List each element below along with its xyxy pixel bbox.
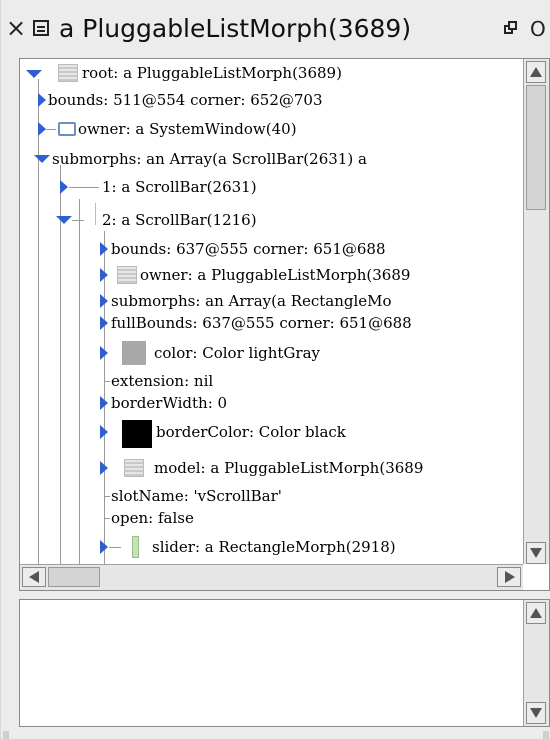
scroll-right-button[interactable] bbox=[497, 567, 521, 587]
pane-splitter[interactable] bbox=[19, 591, 550, 599]
scroll-up-button[interactable] bbox=[526, 602, 546, 624]
tree-row-label: model: a PluggableListMorph(3689 bbox=[154, 459, 424, 477]
morph-thumbnail-icon bbox=[124, 459, 144, 477]
black-swatch bbox=[122, 420, 152, 448]
tree-row-child-slotname[interactable]: slotName: 'vScrollBar' bbox=[20, 485, 520, 507]
collapse-arrow-icon[interactable] bbox=[100, 294, 108, 308]
tree-row-submorphs[interactable]: submorphs: an Array(a ScrollBar(2631) a bbox=[20, 148, 520, 170]
morph-thumbnail-icon bbox=[58, 64, 78, 82]
tree-row-scrollbar-2[interactable]: 2: a ScrollBar(1216) bbox=[20, 203, 520, 231]
collapse-arrow-icon[interactable] bbox=[38, 93, 46, 107]
tree-row-label: slider: a RectangleMorph(2918) bbox=[152, 538, 396, 556]
arrow-up-icon bbox=[530, 67, 542, 77]
text-pane-vertical-scrollbar[interactable] bbox=[523, 600, 549, 726]
tree-row-label: fullBounds: 637@555 corner: 651@688 bbox=[111, 314, 412, 332]
arrow-down-icon bbox=[530, 548, 542, 558]
collapse-arrow-icon[interactable] bbox=[100, 268, 108, 282]
tree-row-child-model[interactable]: model: a PluggableListMorph(3689 bbox=[20, 457, 520, 479]
tree-row-label: borderWidth: 0 bbox=[111, 394, 228, 412]
tree-row-child-color[interactable]: color: Color lightGray bbox=[20, 341, 520, 365]
tree-row-child-borderwidth[interactable]: borderWidth: 0 bbox=[20, 392, 520, 414]
collapse-arrow-icon[interactable] bbox=[60, 180, 68, 194]
scroll-corner bbox=[523, 564, 549, 590]
scroll-down-button[interactable] bbox=[526, 542, 546, 564]
title-bar[interactable]: × a PluggableListMorph(3689) O bbox=[1, 0, 550, 58]
window-title: a PluggableListMorph(3689) bbox=[59, 14, 412, 43]
tree-row-scrollbar-1[interactable]: 1: a ScrollBar(2631) bbox=[20, 176, 520, 198]
arrow-left-icon bbox=[29, 571, 39, 583]
expand-arrow-icon[interactable] bbox=[34, 155, 50, 163]
tree-row-child-slider[interactable]: slider: a RectangleMorph(2918) bbox=[20, 536, 520, 558]
expand-arrow-icon[interactable] bbox=[26, 70, 42, 78]
tree-row-child-fullbounds[interactable]: fullBounds: 637@555 corner: 651@688 bbox=[20, 312, 520, 334]
object-tree-pane[interactable]: root: a PluggableListMorph(3689) bounds:… bbox=[19, 58, 550, 591]
expand-arrow-icon[interactable] bbox=[56, 216, 72, 224]
tree-row-label: extension: nil bbox=[111, 372, 214, 390]
tree-row-child-extension[interactable]: extension: nil bbox=[20, 370, 520, 392]
morph-thumbnail-icon bbox=[117, 266, 137, 284]
slider-bar-icon bbox=[132, 536, 139, 558]
scroll-thumb[interactable] bbox=[526, 85, 546, 210]
tree-row-child-owner[interactable]: owner: a PluggableListMorph(3689 bbox=[20, 264, 520, 286]
tree-row-child-submorphs[interactable]: submorphs: an Array(a RectangleMo bbox=[20, 290, 520, 312]
tree-row-label: 2: a ScrollBar(1216) bbox=[102, 211, 257, 229]
collapse-arrow-icon[interactable] bbox=[38, 122, 46, 136]
tree-row-label: root: a PluggableListMorph(3689) bbox=[82, 64, 342, 82]
tree-row-child-open[interactable]: open: false bbox=[20, 507, 520, 529]
tree-row-label: bounds: 511@554 corner: 652@703 bbox=[48, 91, 323, 109]
arrow-down-icon bbox=[530, 708, 542, 718]
scroll-up-button[interactable] bbox=[526, 61, 546, 83]
tree-row-owner[interactable]: owner: a SystemWindow(40) bbox=[20, 118, 520, 140]
tree-row-label: submorphs: an Array(a RectangleMo bbox=[111, 292, 392, 310]
collapse-arrow-icon[interactable] bbox=[100, 540, 108, 554]
tree-row-label: color: Color lightGray bbox=[154, 344, 320, 362]
window-icon bbox=[58, 122, 76, 136]
tree-row-label: 1: a ScrollBar(2631) bbox=[102, 178, 257, 196]
collapse-icon[interactable] bbox=[504, 21, 518, 35]
tree-row-label: submorphs: an Array(a ScrollBar(2631) a bbox=[52, 150, 367, 168]
tree-row-label: owner: a SystemWindow(40) bbox=[78, 120, 297, 138]
tree-row-bounds[interactable]: bounds: 511@554 corner: 652@703 bbox=[20, 89, 520, 111]
evaluation-text-pane[interactable] bbox=[19, 599, 550, 727]
collapse-arrow-icon[interactable] bbox=[100, 346, 108, 360]
collapse-arrow-icon[interactable] bbox=[100, 461, 108, 475]
arrow-right-icon bbox=[505, 571, 515, 583]
resize-grip[interactable] bbox=[3, 731, 9, 739]
tree-row-label: owner: a PluggableListMorph(3689 bbox=[140, 266, 411, 284]
collapse-arrow-icon[interactable] bbox=[100, 242, 108, 256]
tree-row-child-bounds[interactable]: bounds: 637@555 corner: 651@688 bbox=[20, 238, 520, 260]
scroll-down-button[interactable] bbox=[526, 702, 546, 724]
inspector-window: × a PluggableListMorph(3689) O root: a P… bbox=[0, 0, 550, 739]
tree-row-label: open: false bbox=[111, 509, 194, 527]
scroll-left-button[interactable] bbox=[22, 567, 46, 587]
expand-icon[interactable]: O bbox=[530, 19, 548, 39]
tree-row-label: slotName: 'vScrollBar' bbox=[111, 487, 282, 505]
tree-row-label: borderColor: Color black bbox=[156, 423, 346, 441]
tree-vertical-scrollbar[interactable] bbox=[523, 59, 549, 566]
resize-grip[interactable] bbox=[543, 731, 549, 739]
tree-row-root[interactable]: root: a PluggableListMorph(3689) bbox=[20, 62, 520, 84]
tree-row-label: bounds: 637@555 corner: 651@688 bbox=[111, 240, 386, 258]
collapse-arrow-icon[interactable] bbox=[100, 396, 108, 410]
window-menu-icon[interactable] bbox=[33, 20, 49, 36]
object-tree: root: a PluggableListMorph(3689) bounds:… bbox=[20, 59, 523, 566]
collapse-arrow-icon[interactable] bbox=[100, 425, 108, 439]
collapse-arrow-icon[interactable] bbox=[100, 316, 108, 330]
close-icon[interactable]: × bbox=[5, 13, 27, 43]
horizontal-scroll-thumb[interactable] bbox=[48, 567, 100, 587]
arrow-up-icon bbox=[530, 608, 542, 618]
tree-row-child-bordercolor[interactable]: borderColor: Color black bbox=[20, 420, 520, 448]
light-gray-swatch bbox=[122, 341, 146, 365]
tree-horizontal-scrollbar[interactable] bbox=[20, 564, 523, 590]
